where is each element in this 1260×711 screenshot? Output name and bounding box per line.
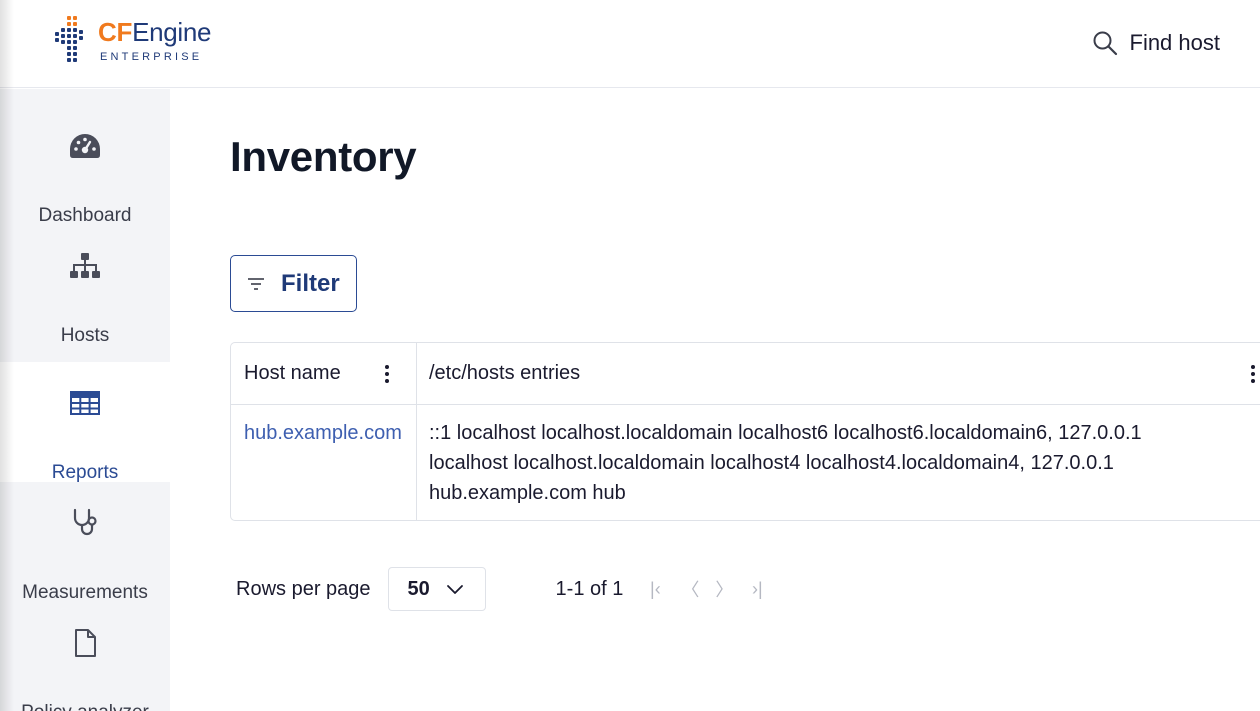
previous-page-icon[interactable]: 〈 bbox=[681, 576, 699, 602]
search-icon bbox=[1093, 31, 1117, 56]
page-navigation: |‹ 〈 〉 ›| bbox=[647, 576, 765, 602]
filter-button-label: Filter bbox=[281, 269, 340, 297]
sidebar-item-label: Dashboard bbox=[38, 205, 132, 226]
sidebar-item-hosts[interactable]: Hosts bbox=[0, 225, 170, 346]
cfengine-logo[interactable]: CFEngine ENTERPRISE bbox=[54, 15, 212, 67]
main-content: Inventory Filter Host name /etc/hosts en… bbox=[170, 89, 1260, 711]
first-page-icon[interactable]: |‹ bbox=[647, 579, 663, 600]
find-host-button[interactable]: Find host bbox=[1092, 28, 1221, 58]
filter-icon bbox=[248, 277, 264, 290]
filter-button[interactable]: Filter bbox=[230, 255, 357, 312]
cfengine-logo-mark-icon bbox=[55, 16, 83, 62]
etc-hosts-cell: ::1 localhost localhost.localdomain loca… bbox=[429, 422, 1142, 504]
sidebar-item-label: Hosts bbox=[60, 325, 110, 346]
sidebar-item-label: Reports bbox=[51, 462, 119, 483]
sidebar-item-dashboard[interactable]: Dashboard bbox=[0, 105, 170, 226]
page-title: Inventory bbox=[230, 133, 417, 180]
rows-per-page-select[interactable]: 50 bbox=[387, 567, 486, 611]
find-host-label: Find host bbox=[1129, 30, 1221, 55]
sidebar-item-label: Measurements bbox=[22, 582, 148, 603]
column-menu-kebab-icon[interactable] bbox=[1243, 362, 1260, 386]
sidebar-nav: Dashboard Hosts Reports Measurements bbox=[0, 89, 170, 711]
column-header-label: /etc/hosts entries bbox=[429, 362, 581, 384]
rows-per-page-value: 50 bbox=[407, 577, 430, 600]
sidebar-item-label: Policy analyzer bbox=[21, 702, 149, 711]
top-header: CFEngine ENTERPRISE Find host bbox=[0, 0, 1260, 88]
pagination-range: 1-1 of 1 bbox=[555, 577, 624, 600]
stethoscope-icon bbox=[68, 506, 102, 540]
next-page-icon[interactable]: 〉 bbox=[715, 576, 733, 602]
logo-title: CFEngine bbox=[98, 17, 212, 47]
file-icon bbox=[68, 626, 102, 660]
last-page-icon[interactable]: ›| bbox=[749, 579, 765, 600]
pagination-bar: Rows per page 50 1-1 of 1 |‹ 〈 〉 ›| bbox=[236, 567, 765, 611]
hierarchy-icon bbox=[68, 249, 102, 283]
host-name-link[interactable]: hub.example.com bbox=[231, 405, 417, 520]
logo-title-prefix: CF bbox=[98, 17, 133, 47]
dashboard-gauge-icon bbox=[68, 129, 102, 163]
table-icon bbox=[68, 386, 102, 420]
rows-per-page-label: Rows per page bbox=[236, 577, 371, 600]
sidebar-item-reports[interactable]: Reports bbox=[0, 362, 170, 483]
column-header-etc-hosts[interactable]: /etc/hosts entries bbox=[417, 343, 1260, 405]
sidebar-item-measurements[interactable]: Measurements bbox=[0, 482, 170, 603]
logo-text: CFEngine ENTERPRISE bbox=[98, 17, 212, 63]
logo-title-suffix: Engine bbox=[132, 17, 212, 47]
column-header-label: Host name bbox=[244, 362, 341, 384]
inventory-table: Host name /etc/hosts entries hub.example… bbox=[230, 342, 1260, 521]
logo-subtitle: ENTERPRISE bbox=[100, 51, 203, 63]
sidebar-item-policy-analyzer[interactable]: Policy analyzer bbox=[0, 602, 170, 711]
column-header-host-name[interactable]: Host name bbox=[231, 343, 417, 405]
chevron-down-icon bbox=[446, 585, 463, 594]
column-menu-kebab-icon[interactable] bbox=[377, 362, 397, 386]
